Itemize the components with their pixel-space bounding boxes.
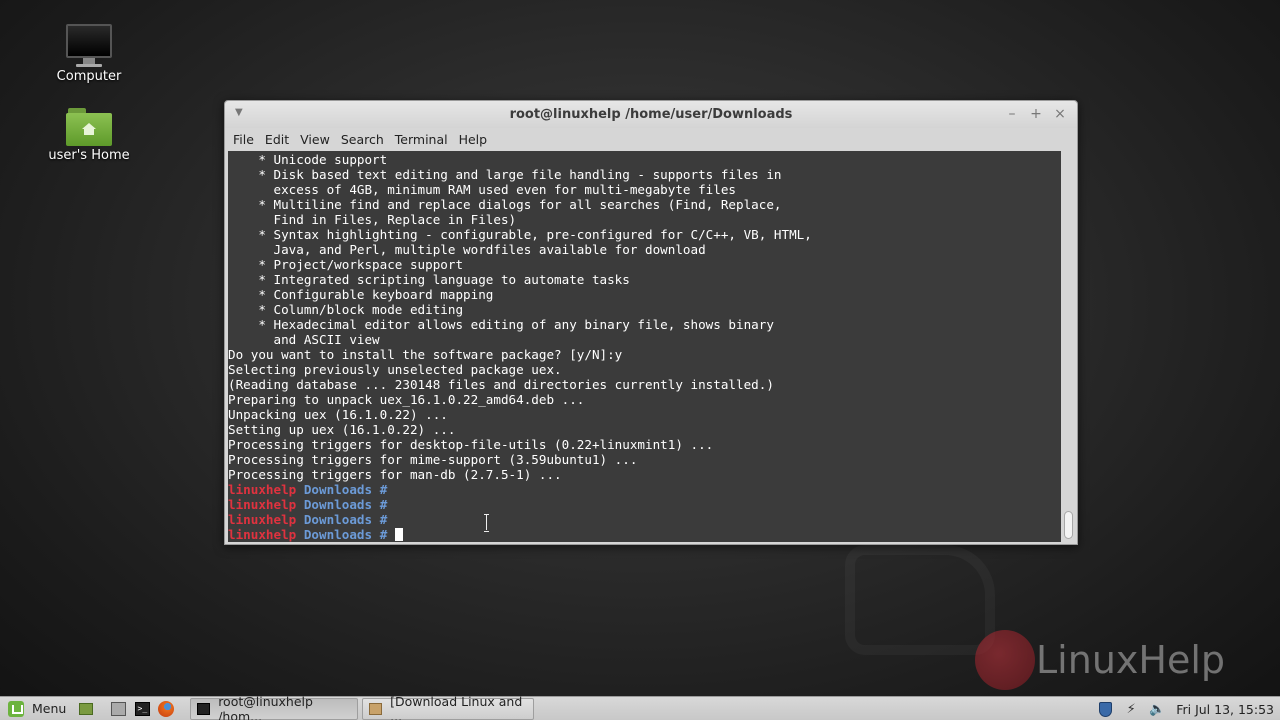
- terminal-prompt-line: linuxhelp Downloads #: [228, 512, 1061, 527]
- terminal-line: Processing triggers for man-db (2.7.5-1)…: [228, 467, 562, 482]
- menu-edit[interactable]: Edit: [265, 132, 289, 147]
- menu-file[interactable]: File: [233, 132, 254, 147]
- terminal-line: (Reading database ... 230148 files and d…: [228, 377, 774, 392]
- scrollbar-thumb[interactable]: [1064, 511, 1073, 539]
- terminal-cursor: [394, 528, 403, 541]
- terminal-line: * Integrated scripting language to autom…: [228, 272, 630, 287]
- network-button[interactable]: ⚡: [1122, 700, 1140, 718]
- prompt-host: linuxhelp: [228, 512, 297, 527]
- prompt-symbol: #: [379, 497, 388, 512]
- desktop-icon-label: Computer: [56, 69, 122, 84]
- terminal-line: * Syntax highlighting - configurable, pr…: [228, 227, 812, 242]
- prompt-host: linuxhelp: [228, 482, 297, 497]
- menubar: File Edit View Search Terminal Help: [225, 128, 1077, 150]
- firefox-icon: [158, 700, 175, 717]
- menu-button[interactable]: Menu: [0, 697, 74, 720]
- shield-icon: [1098, 701, 1112, 717]
- volume-icon: 🔈: [1149, 701, 1166, 717]
- firefox-page-icon: [369, 702, 383, 715]
- window-titlebar[interactable]: ▼ root@linuxhelp /home/user/Downloads – …: [225, 101, 1077, 128]
- terminal-line: Processing triggers for desktop-file-uti…: [228, 437, 714, 452]
- prompt-symbol: #: [379, 482, 388, 497]
- taskbar: Menu >_ root@linuxhelp /hom... [Download…: [0, 694, 1280, 720]
- terminal-icon: [197, 702, 211, 715]
- home-folder-icon: [66, 108, 112, 146]
- menu-search[interactable]: Search: [341, 132, 384, 147]
- terminal-line: Unpacking uex (16.1.0.22) ...: [228, 407, 448, 422]
- computer-icon: [44, 24, 134, 67]
- prompt-host: linuxhelp: [228, 527, 297, 542]
- watermark-text: LinuxHelp: [1036, 638, 1226, 682]
- terminal-line: * Project/workspace support: [228, 257, 464, 272]
- mint-logo-icon: [8, 700, 24, 717]
- window-title: root@linuxhelp /home/user/Downloads: [509, 107, 793, 122]
- update-manager-button[interactable]: [1096, 700, 1114, 718]
- terminal-launcher-button[interactable]: >_: [132, 699, 152, 719]
- terminal-line: Processing triggers for mime-support (3.…: [228, 452, 638, 467]
- terminal-line: Preparing to unpack uex_16.1.0.22_amd64.…: [228, 392, 585, 407]
- mint-watermark-icon: [845, 545, 995, 655]
- prompt-dir: Downloads: [303, 512, 373, 527]
- menu-help[interactable]: Help: [459, 132, 488, 147]
- prompt-dir: Downloads: [303, 497, 373, 512]
- terminal-window: ▼ root@linuxhelp /home/user/Downloads – …: [224, 100, 1078, 545]
- terminal-line: excess of 4GB, minimum RAM used even for…: [228, 182, 736, 197]
- scrollbar[interactable]: [1061, 151, 1075, 542]
- task-firefox[interactable]: [Download Linux and ...: [362, 694, 535, 720]
- prompt-dir: Downloads: [303, 482, 373, 497]
- menu-terminal[interactable]: Terminal: [395, 132, 448, 147]
- task-label: root@linuxhelp /hom...: [218, 693, 313, 720]
- prompt-symbol: #: [379, 527, 388, 542]
- linuxhelp-logo-icon: [975, 630, 1035, 690]
- terminal-prompt-line: linuxhelp Downloads #: [228, 497, 1061, 512]
- terminal-line: Do you want to install the software pack…: [228, 347, 623, 362]
- desktop-icon-label: user's Home: [48, 148, 130, 163]
- terminal-output[interactable]: * Unicode support * Disk based text edit…: [228, 151, 1061, 542]
- terminal-icon: >_: [134, 701, 150, 716]
- terminal-line: * Unicode support: [228, 152, 388, 167]
- show-desktop-button[interactable]: [76, 699, 96, 719]
- menu-view[interactable]: View: [300, 132, 330, 147]
- clock[interactable]: Fri Jul 13, 15:53: [1176, 702, 1274, 717]
- volume-button[interactable]: 🔈: [1148, 700, 1166, 718]
- file-manager-icon: [110, 701, 126, 716]
- prompt-symbol: #: [379, 512, 388, 527]
- terminal-line: Selecting previously unselected package …: [228, 362, 562, 377]
- text-cursor-icon: [484, 514, 490, 532]
- terminal-line: Find in Files, Replace in Files): [228, 212, 517, 227]
- terminal-line: * Hexadecimal editor allows editing of a…: [228, 317, 774, 332]
- minimize-button[interactable]: –: [1003, 105, 1021, 123]
- maximize-button[interactable]: +: [1027, 105, 1045, 123]
- menu-label: Menu: [32, 701, 67, 716]
- firefox-launcher-button[interactable]: [156, 699, 176, 719]
- terminal-line: * Disk based text editing and large file…: [228, 167, 782, 182]
- terminal-line: * Configurable keyboard mapping: [228, 287, 494, 302]
- terminal-prompt-line: linuxhelp Downloads #: [228, 482, 1061, 497]
- desktop-icon-home[interactable]: user's Home: [44, 108, 134, 163]
- terminal-line: * Multiline find and replace dialogs for…: [228, 197, 782, 212]
- terminal-line: Java, and Perl, multiple wordfiles avail…: [228, 242, 706, 257]
- close-button[interactable]: ×: [1051, 105, 1069, 123]
- prompt-host: linuxhelp: [228, 497, 297, 512]
- show-desktop-icon: [79, 702, 94, 715]
- terminal-line: Setting up uex (16.1.0.22) ...: [228, 422, 456, 437]
- task-terminal[interactable]: root@linuxhelp /hom...: [190, 694, 359, 720]
- system-tray: ⚡ 🔈 Fri Jul 13, 15:53: [1092, 697, 1280, 720]
- terminal-line: and ASCII view: [228, 332, 380, 347]
- network-icon: ⚡: [1126, 701, 1136, 717]
- terminal-prompt-line: linuxhelp Downloads #: [228, 527, 1061, 542]
- task-label: [Download Linux and ...: [390, 693, 523, 720]
- terminal-line: * Column/block mode editing: [228, 302, 464, 317]
- desktop-icon-computer[interactable]: Computer: [44, 24, 134, 84]
- prompt-dir: Downloads: [303, 527, 373, 542]
- file-manager-button[interactable]: [108, 699, 128, 719]
